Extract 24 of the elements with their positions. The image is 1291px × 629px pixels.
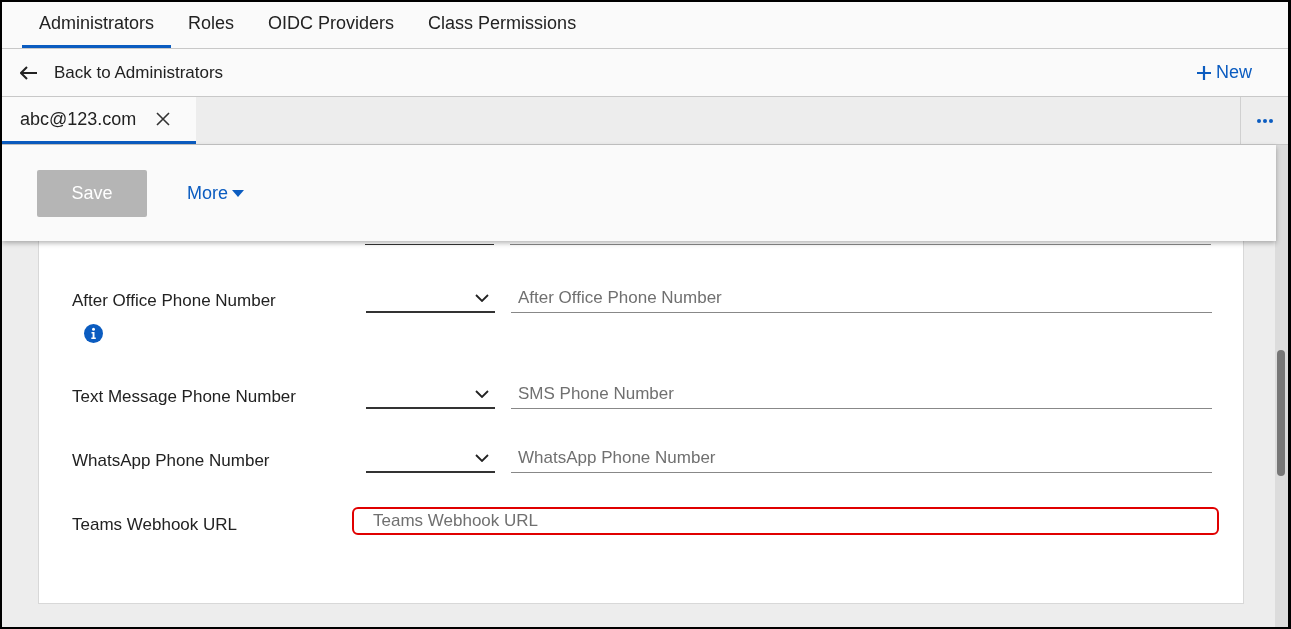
url-input-field[interactable]: Teams Webhook URL [352, 507, 1219, 535]
field-label: Text Message Phone Number [72, 386, 296, 408]
new-button[interactable]: New [1196, 59, 1252, 86]
chevron-down-icon [475, 293, 489, 302]
phone-input-field[interactable]: After Office Phone Number [511, 284, 1212, 313]
caret-icon [232, 189, 244, 197]
nav-tab[interactable]: OIDC Providers [251, 2, 412, 48]
chevron-down-icon [475, 389, 489, 398]
phone-input-field[interactable]: SMS Phone Number [511, 380, 1212, 409]
field-label: After Office Phone Number [72, 290, 276, 312]
field-label: WhatsApp Phone Number [72, 450, 270, 472]
scrollbar-thumb[interactable] [1277, 350, 1285, 476]
record-tab[interactable]: abc@123.com [2, 97, 197, 144]
nav-tab[interactable]: Class Permissions [411, 2, 594, 48]
back-arrow-icon [20, 65, 38, 80]
nav-tab[interactable]: Roles [171, 2, 252, 48]
field-label: Teams Webhook URL [72, 514, 238, 536]
back-link[interactable]: Back to Administrators [20, 59, 224, 86]
plus-icon [1196, 64, 1212, 81]
more-menu-button[interactable]: More [187, 179, 244, 207]
close-icon[interactable] [156, 112, 171, 126]
phone-input-field[interactable]: WhatsApp Phone Number [511, 444, 1212, 473]
info-icon[interactable] [84, 323, 103, 343]
chevron-down-icon [475, 453, 489, 462]
